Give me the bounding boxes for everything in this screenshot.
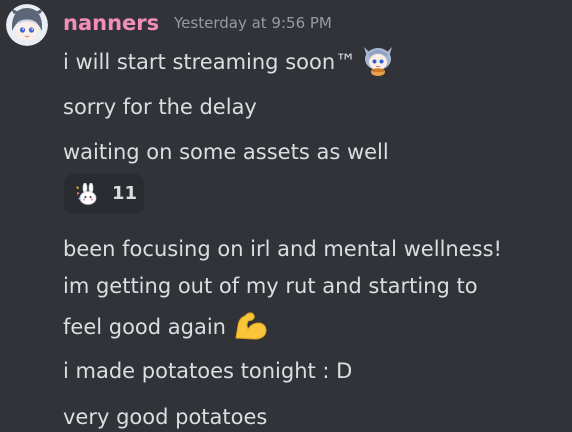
- avatar-image: [6, 4, 48, 46]
- message-text: been focusing on irl and mental wellness…: [63, 237, 502, 261]
- message-text: sorry for the delay: [63, 95, 257, 119]
- user-avatar[interactable]: [6, 4, 48, 46]
- message-line: i made potatoes tonight : D: [63, 354, 352, 388]
- reaction-count: 11: [112, 183, 138, 204]
- message-line: im getting out of my rut and starting to: [63, 269, 478, 303]
- message-line: i will start streaming soon™: [63, 43, 396, 87]
- author-name[interactable]: nanners: [63, 9, 159, 37]
- message-text: feel good again: [63, 315, 226, 339]
- message-text: i will start streaming soon™: [63, 50, 357, 74]
- message-line: waiting on some assets as well: [63, 135, 389, 169]
- message-line: sorry for the delay: [63, 90, 257, 124]
- message-timestamp[interactable]: Yesterday at 9:56 PM: [174, 13, 332, 33]
- message-text: im getting out of my rut and starting to: [63, 274, 478, 298]
- message-line: been focusing on irl and mental wellness…: [63, 232, 502, 266]
- message-line: feel good again: [63, 308, 270, 352]
- reaction-button[interactable]: 11: [64, 174, 144, 214]
- chat-message-group: nanners Yesterday at 9:56 PM i will star…: [0, 0, 572, 432]
- message-text: i made potatoes tonight : D: [63, 359, 353, 383]
- bunny-sparkle-emoji-icon: [75, 182, 99, 209]
- message-text: waiting on some assets as well: [63, 140, 389, 164]
- chibi-streamer-emoji-icon[interactable]: [360, 43, 396, 87]
- flexed-biceps-emoji-icon[interactable]: [230, 308, 270, 352]
- message-text: very good potatoes: [63, 405, 268, 429]
- message-line: very good potatoes: [63, 400, 267, 432]
